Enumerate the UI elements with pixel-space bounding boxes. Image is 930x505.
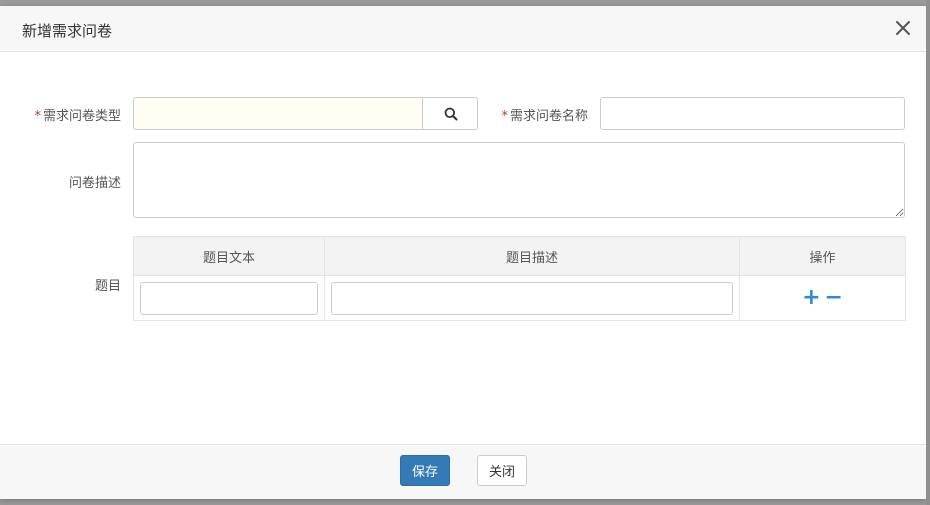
name-label: * 需求问卷名称 <box>488 105 588 124</box>
header-question-text: 题目文本 <box>133 236 325 276</box>
desc-label: 问卷描述 <box>68 176 121 191</box>
table-row: + − <box>133 275 906 321</box>
type-label-text: 需求问卷类型 <box>42 109 121 124</box>
dialog-title: 新增需求问卷 <box>22 22 113 40</box>
desc-textarea[interactable] <box>133 142 905 218</box>
header-actions: 操作 <box>739 236 906 276</box>
type-input[interactable] <box>133 97 423 130</box>
dialog-header: 新增需求问卷 <box>0 6 926 52</box>
add-row-icon[interactable]: + <box>802 287 820 309</box>
name-input[interactable] <box>600 97 905 130</box>
question-text-input[interactable] <box>140 281 318 315</box>
save-button[interactable]: 保存 <box>400 455 450 486</box>
actions-cell: + − <box>739 275 906 321</box>
close-button[interactable]: 关闭 <box>477 455 527 486</box>
required-mark: * <box>34 109 41 124</box>
question-desc-cell <box>324 275 740 321</box>
questions-table: 题目文本 题目描述 操作 + − <box>133 236 906 321</box>
type-search-button[interactable] <box>423 97 478 130</box>
name-label-text: 需求问卷名称 <box>509 109 588 124</box>
remove-row-icon[interactable]: − <box>825 287 843 309</box>
type-label: * 需求问卷类型 <box>20 105 121 124</box>
backdrop-edge <box>926 0 930 505</box>
table-header-row: 题目文本 题目描述 操作 <box>133 236 906 276</box>
header-question-desc: 题目描述 <box>324 236 740 276</box>
close-icon[interactable] <box>894 19 912 37</box>
search-icon <box>444 107 458 121</box>
dialog: 新增需求问卷 * 需求问卷类型 * 需求问卷名称 问卷描述 题目 题目文本 题目描述… <box>0 6 926 499</box>
question-text-cell <box>133 275 325 321</box>
required-mark: * <box>501 109 508 124</box>
dialog-footer: 保存 关闭 <box>0 444 926 499</box>
question-desc-input[interactable] <box>331 281 733 315</box>
questions-label: 题目 <box>94 279 121 294</box>
